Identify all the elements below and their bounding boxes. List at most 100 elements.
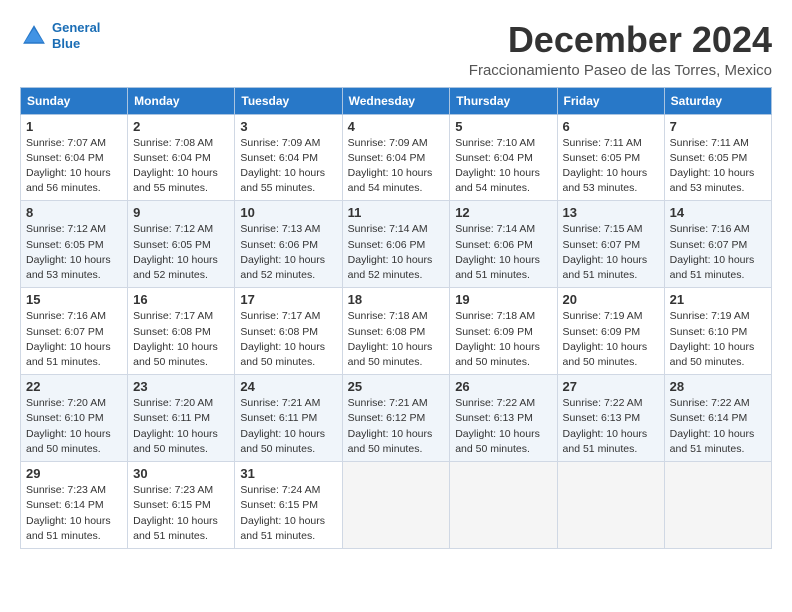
day-number: 10: [240, 205, 336, 220]
col-tuesday: Tuesday: [235, 87, 342, 114]
day-number: 30: [133, 466, 229, 481]
day-info: Sunrise: 7:18 AMSunset: 6:08 PMDaylight:…: [348, 309, 445, 370]
day-number: 15: [26, 292, 122, 307]
day-number: 27: [563, 379, 659, 394]
logo: General Blue: [20, 20, 100, 51]
day-number: 19: [455, 292, 551, 307]
col-friday: Friday: [557, 87, 664, 114]
calendar-cell: 8 Sunrise: 7:12 AMSunset: 6:05 PMDaylight…: [21, 201, 128, 288]
day-number: 29: [26, 466, 122, 481]
calendar-cell: 3 Sunrise: 7:09 AMSunset: 6:04 PMDaylight…: [235, 114, 342, 201]
day-info: Sunrise: 7:08 AMSunset: 6:04 PMDaylight:…: [133, 136, 229, 197]
day-number: 31: [240, 466, 336, 481]
calendar-cell: 31 Sunrise: 7:24 AMSunset: 6:15 PMDayligh…: [235, 462, 342, 549]
day-number: 28: [670, 379, 766, 394]
logo-line1: General: [52, 20, 100, 35]
calendar-cell: 2Sunrise: 7:08 AMSunset: 6:04 PMDaylight…: [128, 114, 235, 201]
day-number: 25: [348, 379, 445, 394]
calendar-cell: 7 Sunrise: 7:11 AMSunset: 6:05 PMDaylight…: [664, 114, 771, 201]
day-info: Sunrise: 7:07 AMSunset: 6:04 PMDaylight:…: [26, 136, 122, 197]
day-number: 6: [563, 119, 659, 134]
day-info: Sunrise: 7:16 AMSunset: 6:07 PMDaylight:…: [670, 222, 766, 283]
page-container: General Blue December 2024 Fraccionamien…: [20, 20, 772, 549]
day-info: Sunrise: 7:10 AMSunset: 6:04 PMDaylight:…: [455, 136, 551, 197]
week-row-5: 29 Sunrise: 7:23 AMSunset: 6:14 PMDayligh…: [21, 462, 772, 549]
header: General Blue December 2024 Fraccionamien…: [20, 20, 772, 79]
day-info: Sunrise: 7:22 AMSunset: 6:13 PMDaylight:…: [563, 396, 659, 457]
calendar-cell: 29 Sunrise: 7:23 AMSunset: 6:14 PMDayligh…: [21, 462, 128, 549]
day-info: Sunrise: 7:24 AMSunset: 6:15 PMDaylight:…: [240, 483, 336, 544]
day-info: Sunrise: 7:17 AMSunset: 6:08 PMDaylight:…: [240, 309, 336, 370]
calendar-cell: 6 Sunrise: 7:11 AMSunset: 6:05 PMDaylight…: [557, 114, 664, 201]
week-row-1: 1Sunrise: 7:07 AMSunset: 6:04 PMDaylight…: [21, 114, 772, 201]
calendar-cell: 18Sunrise: 7:18 AMSunset: 6:08 PMDayligh…: [342, 288, 450, 375]
logo-text: General Blue: [52, 20, 100, 51]
week-row-3: 15 Sunrise: 7:16 AMSunset: 6:07 PMDayligh…: [21, 288, 772, 375]
col-thursday: Thursday: [450, 87, 557, 114]
week-row-4: 22Sunrise: 7:20 AMSunset: 6:10 PMDayligh…: [21, 375, 772, 462]
day-info: Sunrise: 7:22 AMSunset: 6:14 PMDaylight:…: [670, 396, 766, 457]
day-info: Sunrise: 7:14 AMSunset: 6:06 PMDaylight:…: [455, 222, 551, 283]
calendar-cell: 10 Sunrise: 7:13 AMSunset: 6:06 PMDayligh…: [235, 201, 342, 288]
calendar-cell: 11 Sunrise: 7:14 AMSunset: 6:06 PMDayligh…: [342, 201, 450, 288]
day-number: 13: [563, 205, 659, 220]
day-number: 11: [348, 205, 445, 220]
calendar-cell: 14 Sunrise: 7:16 AMSunset: 6:07 PMDayligh…: [664, 201, 771, 288]
calendar-cell: 23Sunrise: 7:20 AMSunset: 6:11 PMDayligh…: [128, 375, 235, 462]
day-number: 20: [563, 292, 659, 307]
day-number: 12: [455, 205, 551, 220]
day-number: 14: [670, 205, 766, 220]
calendar-cell: 27 Sunrise: 7:22 AMSunset: 6:13 PMDayligh…: [557, 375, 664, 462]
calendar-cell: 17Sunrise: 7:17 AMSunset: 6:08 PMDayligh…: [235, 288, 342, 375]
day-info: Sunrise: 7:18 AMSunset: 6:09 PMDaylight:…: [455, 309, 551, 370]
day-info: Sunrise: 7:12 AMSunset: 6:05 PMDaylight:…: [133, 222, 229, 283]
calendar-cell: 15 Sunrise: 7:16 AMSunset: 6:07 PMDayligh…: [21, 288, 128, 375]
calendar-cell: 9Sunrise: 7:12 AMSunset: 6:05 PMDaylight…: [128, 201, 235, 288]
day-info: Sunrise: 7:20 AMSunset: 6:11 PMDaylight:…: [133, 396, 229, 457]
day-info: Sunrise: 7:09 AMSunset: 6:04 PMDaylight:…: [240, 136, 336, 197]
location-title: Fraccionamiento Paseo de las Torres, Mex…: [469, 62, 772, 79]
day-number: 24: [240, 379, 336, 394]
day-info: Sunrise: 7:17 AMSunset: 6:08 PMDaylight:…: [133, 309, 229, 370]
day-number: 7: [670, 119, 766, 134]
calendar-cell: 13 Sunrise: 7:15 AMSunset: 6:07 PMDayligh…: [557, 201, 664, 288]
title-block: December 2024 Fraccionamiento Paseo de l…: [469, 20, 772, 79]
col-saturday: Saturday: [664, 87, 771, 114]
calendar-cell: 4 Sunrise: 7:09 AMSunset: 6:04 PMDaylight…: [342, 114, 450, 201]
day-info: Sunrise: 7:11 AMSunset: 6:05 PMDaylight:…: [670, 136, 766, 197]
calendar-cell: 24Sunrise: 7:21 AMSunset: 6:11 PMDayligh…: [235, 375, 342, 462]
col-monday: Monday: [128, 87, 235, 114]
calendar-cell: 28 Sunrise: 7:22 AMSunset: 6:14 PMDayligh…: [664, 375, 771, 462]
calendar-cell: 22Sunrise: 7:20 AMSunset: 6:10 PMDayligh…: [21, 375, 128, 462]
day-info: Sunrise: 7:15 AMSunset: 6:07 PMDaylight:…: [563, 222, 659, 283]
day-number: 22: [26, 379, 122, 394]
day-number: 16: [133, 292, 229, 307]
day-info: Sunrise: 7:09 AMSunset: 6:04 PMDaylight:…: [348, 136, 445, 197]
calendar-cell: 25 Sunrise: 7:21 AMSunset: 6:12 PMDayligh…: [342, 375, 450, 462]
day-info: Sunrise: 7:16 AMSunset: 6:07 PMDaylight:…: [26, 309, 122, 370]
day-number: 5: [455, 119, 551, 134]
logo-line2: Blue: [52, 36, 80, 51]
day-info: Sunrise: 7:19 AMSunset: 6:09 PMDaylight:…: [563, 309, 659, 370]
day-info: Sunrise: 7:13 AMSunset: 6:06 PMDaylight:…: [240, 222, 336, 283]
day-info: Sunrise: 7:22 AMSunset: 6:13 PMDaylight:…: [455, 396, 551, 457]
day-info: Sunrise: 7:12 AMSunset: 6:05 PMDaylight:…: [26, 222, 122, 283]
day-info: Sunrise: 7:21 AMSunset: 6:12 PMDaylight:…: [348, 396, 445, 457]
day-number: 3: [240, 119, 336, 134]
day-info: Sunrise: 7:23 AMSunset: 6:15 PMDaylight:…: [133, 483, 229, 544]
day-info: Sunrise: 7:19 AMSunset: 6:10 PMDaylight:…: [670, 309, 766, 370]
day-number: 8: [26, 205, 122, 220]
day-info: Sunrise: 7:14 AMSunset: 6:06 PMDaylight:…: [348, 222, 445, 283]
day-info: Sunrise: 7:23 AMSunset: 6:14 PMDaylight:…: [26, 483, 122, 544]
calendar-cell: [450, 462, 557, 549]
day-number: 4: [348, 119, 445, 134]
day-number: 21: [670, 292, 766, 307]
day-number: 26: [455, 379, 551, 394]
calendar-cell: 19 Sunrise: 7:18 AMSunset: 6:09 PMDayligh…: [450, 288, 557, 375]
calendar-cell: [664, 462, 771, 549]
calendar-cell: 16 Sunrise: 7:17 AMSunset: 6:08 PMDayligh…: [128, 288, 235, 375]
month-title: December 2024: [469, 20, 772, 60]
calendar-cell: 20 Sunrise: 7:19 AMSunset: 6:09 PMDayligh…: [557, 288, 664, 375]
header-row: Sunday Monday Tuesday Wednesday Thursday…: [21, 87, 772, 114]
day-info: Sunrise: 7:11 AMSunset: 6:05 PMDaylight:…: [563, 136, 659, 197]
